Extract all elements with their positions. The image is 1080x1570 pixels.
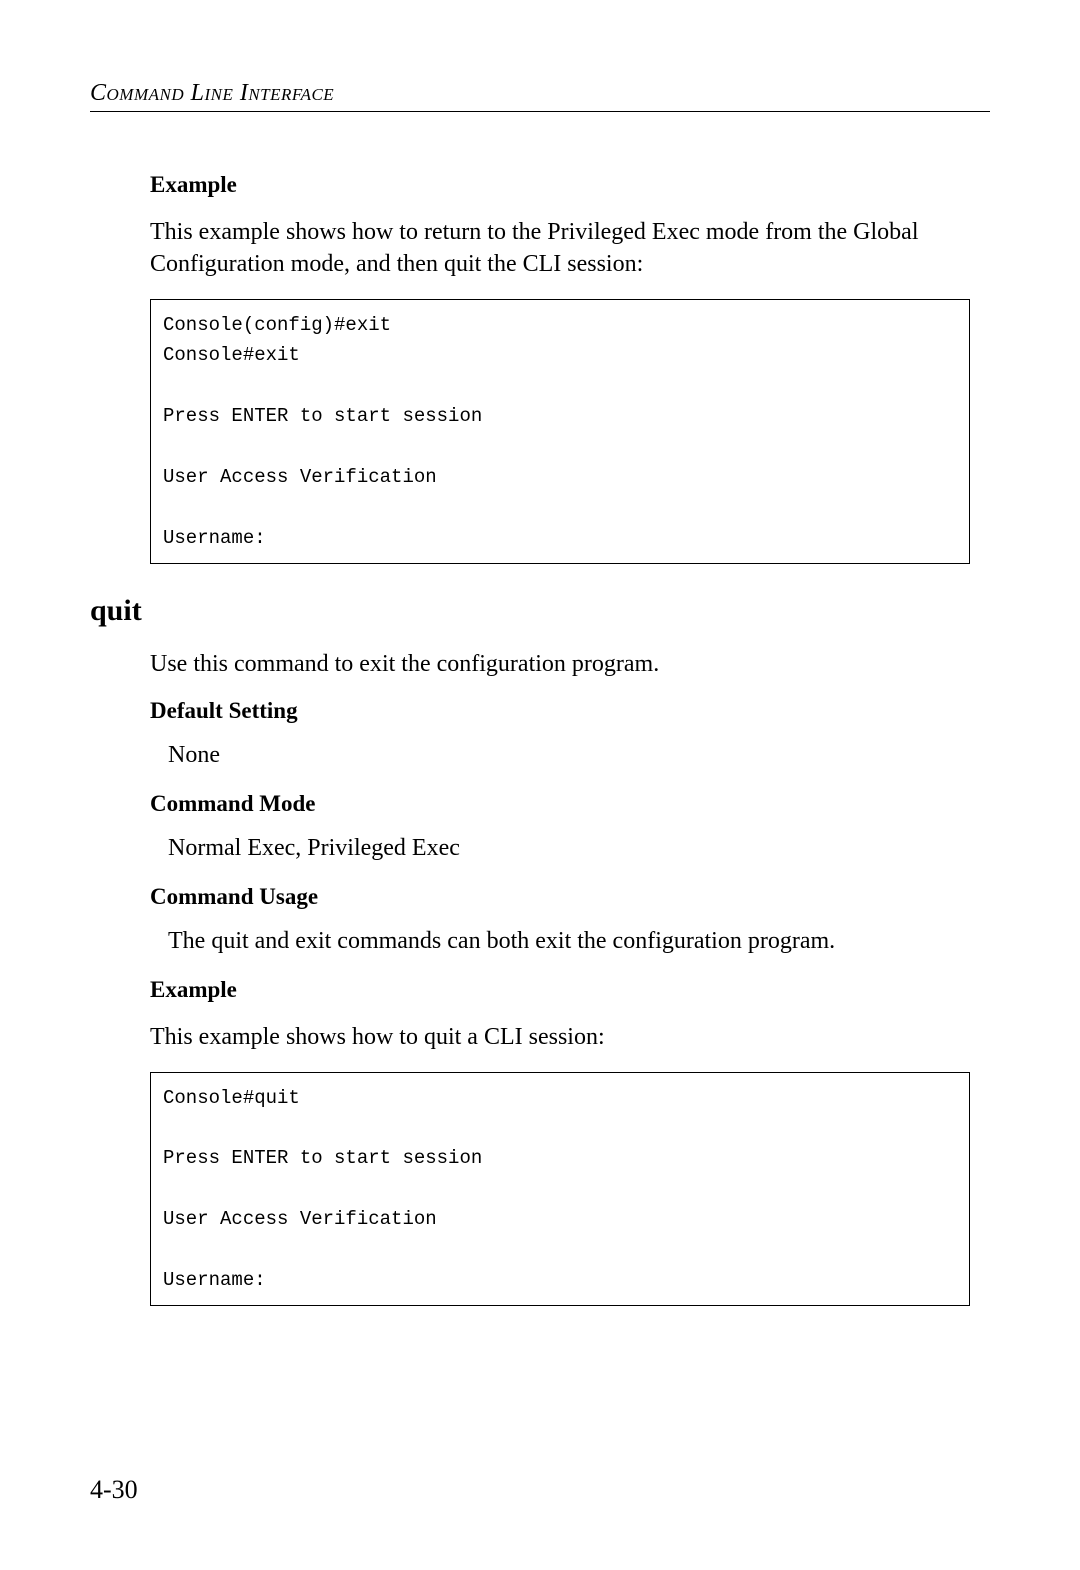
quit-content: Use this command to exit the configurati… [90,648,990,1307]
page-header: Command Line Interface [90,80,990,112]
example2-heading: Example [150,977,970,1003]
command-usage-heading: Command Usage [150,884,970,910]
quit-description: Use this command to exit the configurati… [150,648,970,680]
command-mode-value: Normal Exec, Privileged Exec [168,835,970,862]
example1-text: This example shows how to return to the … [150,216,970,281]
content-area: Example This example shows how to return… [90,172,990,564]
page-number: 4-30 [90,1475,138,1505]
example1-code: Console(config)#exit Console#exit Press … [150,299,970,564]
example2-text: This example shows how to quit a CLI ses… [150,1021,970,1053]
command-mode-heading: Command Mode [150,791,970,817]
command-usage-value: The quit and exit commands can both exit… [168,928,970,955]
default-setting-value: None [168,742,970,769]
example1-heading: Example [150,172,970,198]
example2-code: Console#quit Press ENTER to start sessio… [150,1072,970,1307]
quit-heading: quit [90,594,990,628]
default-setting-heading: Default Setting [150,698,970,724]
